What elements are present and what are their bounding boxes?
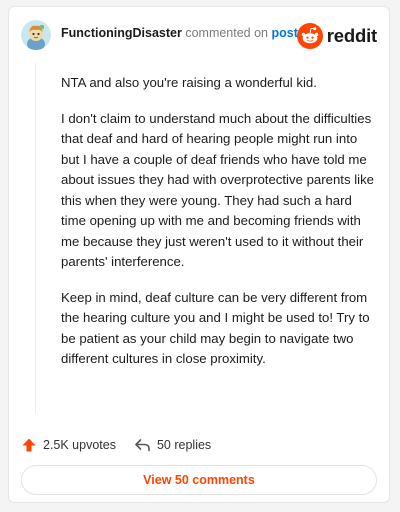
username-link[interactable]: FunctioningDisaster: [61, 26, 182, 40]
comment-header: FunctioningDisaster commented on post re…: [9, 7, 389, 63]
comment-body: NTA and also you're raising a wonderful …: [61, 73, 379, 385]
upvote-button[interactable]: 2.5K upvotes: [21, 437, 116, 453]
replies-button[interactable]: 50 replies: [134, 437, 211, 453]
comment-card: FunctioningDisaster commented on post re…: [8, 6, 390, 503]
action-text: commented on: [185, 26, 269, 40]
reply-arrow-icon: [135, 439, 150, 452]
view-comments-button[interactable]: View 50 comments: [21, 465, 377, 495]
upvote-count: 2.5K upvotes: [43, 438, 116, 452]
comment-paragraph: Keep in mind, deaf culture can be very d…: [61, 289, 370, 367]
comment-paragraph: I don't claim to understand much about t…: [61, 110, 375, 270]
upvote-arrow-icon: [22, 438, 36, 452]
comment-byline: FunctioningDisaster commented on post: [61, 26, 298, 40]
post-link[interactable]: post: [272, 26, 298, 40]
reddit-logo[interactable]: reddit: [296, 22, 377, 50]
reddit-snoo-icon: [296, 23, 323, 49]
reddit-wordmark: reddit: [326, 25, 377, 46]
thread-line[interactable]: [35, 63, 36, 413]
comment-actions: 2.5K upvotes 50 replies: [21, 435, 211, 455]
avatar-image: [21, 20, 51, 50]
comment-paragraph: NTA and also you're raising a wonderful …: [61, 75, 317, 90]
user-avatar[interactable]: [21, 20, 51, 50]
reply-count: 50 replies: [156, 438, 212, 452]
